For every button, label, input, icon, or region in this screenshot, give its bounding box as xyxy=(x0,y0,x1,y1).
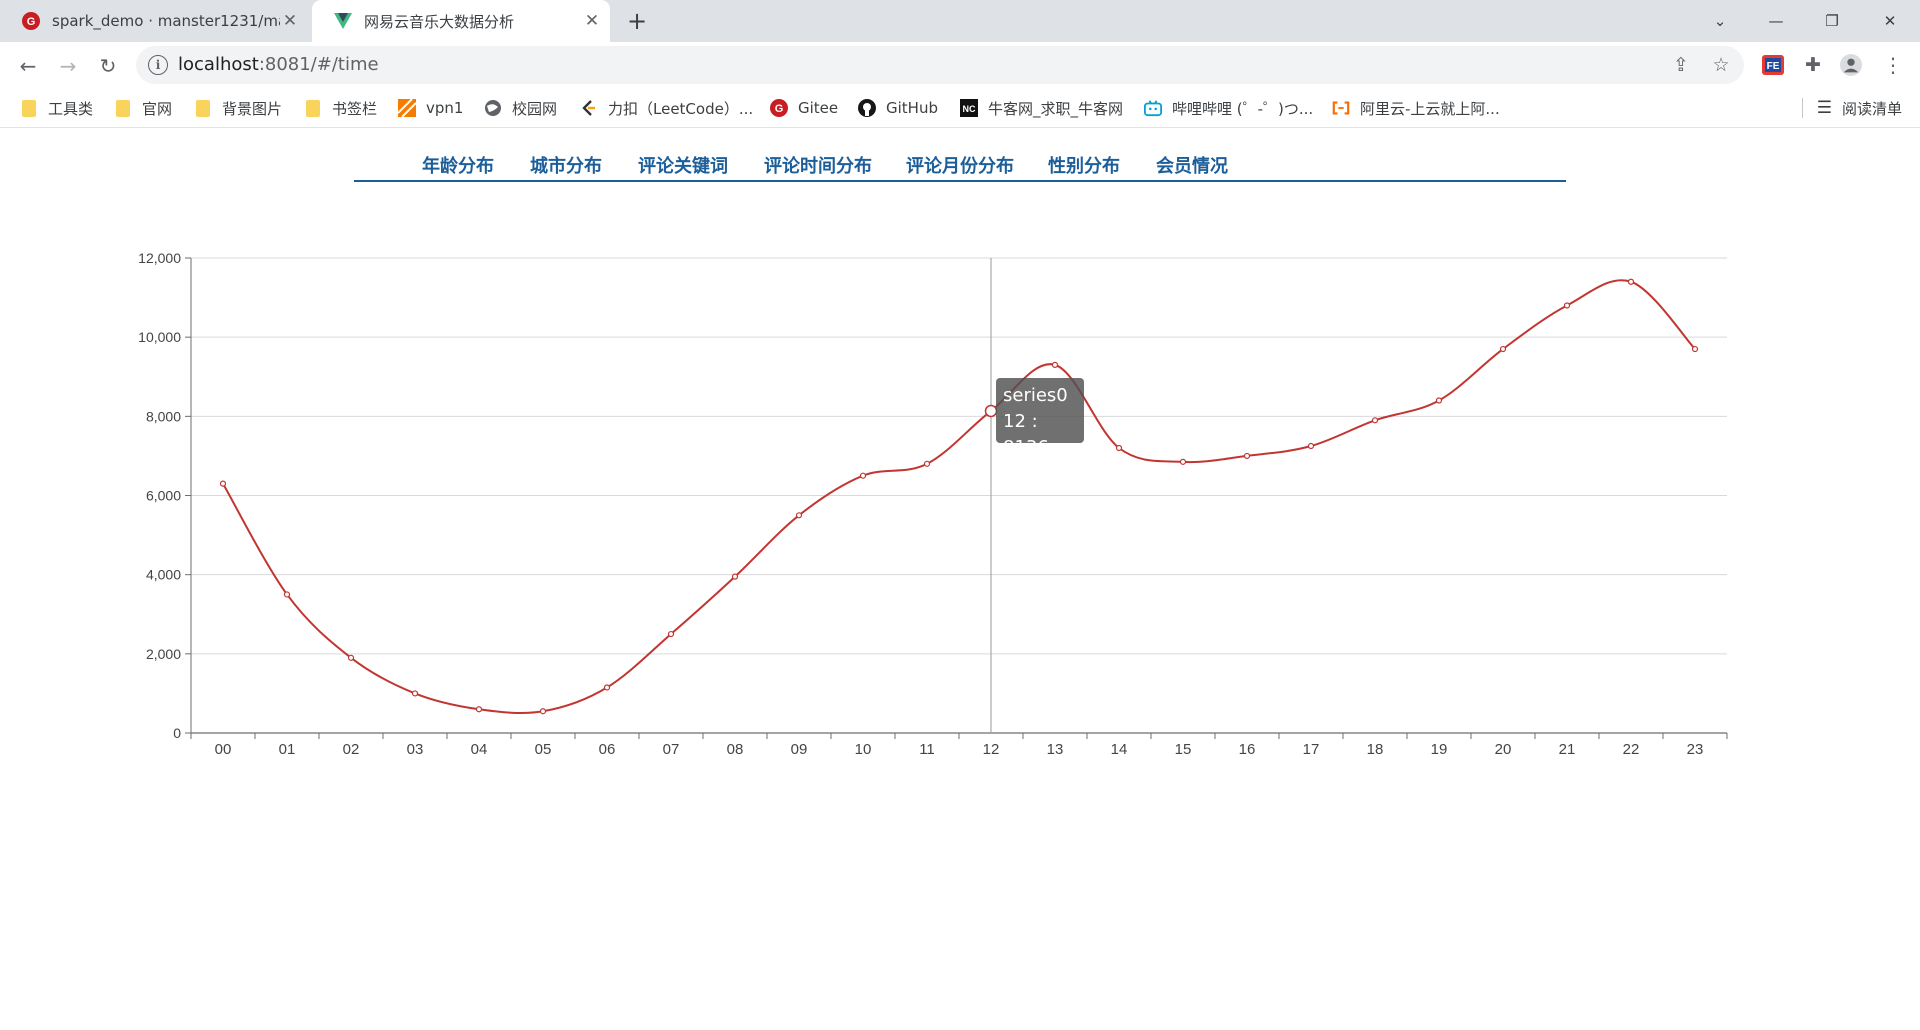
x-tick-label: 20 xyxy=(1495,741,1512,758)
x-tick-label: 03 xyxy=(407,741,424,758)
data-point xyxy=(795,512,803,519)
data-point xyxy=(539,708,547,715)
tooltip-series-name: series0 xyxy=(1003,385,1068,406)
x-tick-label: 12 xyxy=(983,741,1000,758)
x-tick-label: 10 xyxy=(855,741,872,758)
data-point xyxy=(1563,302,1571,309)
x-tick-label: 19 xyxy=(1431,741,1448,758)
y-tick-label: 10,000 xyxy=(138,329,181,345)
data-point xyxy=(1179,458,1187,465)
data-point xyxy=(1627,278,1635,285)
comment-time-line-chart: 0 2,000 4,000 6,000 8,000 10,000 12,000 00 01 02 0… xyxy=(138,250,1728,758)
y-tick-label: 12,000 xyxy=(138,250,181,266)
x-tick-label: 05 xyxy=(535,741,552,758)
x-tick-label: 08 xyxy=(727,741,744,758)
data-point xyxy=(667,630,675,638)
tooltip-value: 12 : 8136 xyxy=(1003,411,1049,458)
data-point xyxy=(984,404,998,418)
data-point xyxy=(1499,345,1507,353)
data-point xyxy=(923,460,931,467)
y-tick-label: 8,000 xyxy=(146,408,181,424)
data-point xyxy=(283,591,291,598)
series-line xyxy=(222,279,1696,714)
data-point xyxy=(1307,442,1315,450)
x-tick-label: 09 xyxy=(791,741,808,758)
data-point xyxy=(603,684,611,691)
x-tick-label: 17 xyxy=(1303,741,1320,758)
x-tick-label: 23 xyxy=(1687,741,1704,758)
y-tick-label: 4,000 xyxy=(146,567,181,583)
x-tick-label: 02 xyxy=(343,741,360,758)
data-point xyxy=(859,472,867,479)
data-point xyxy=(1115,444,1123,452)
x-tick-label: 14 xyxy=(1111,741,1128,758)
data-point xyxy=(1051,361,1059,368)
data-point xyxy=(1691,345,1699,353)
x-tick-label: 00 xyxy=(215,741,232,758)
y-tick-label: 2,000 xyxy=(146,646,181,662)
data-point xyxy=(1243,452,1251,460)
x-tick-label: 22 xyxy=(1623,741,1640,758)
x-tick-label: 13 xyxy=(1047,741,1064,758)
chart-tooltip: series0 12 : 8136 xyxy=(996,378,1084,458)
x-tick-label: 18 xyxy=(1367,741,1384,758)
x-tick-label: 07 xyxy=(663,741,680,758)
data-point xyxy=(1371,417,1379,424)
x-tick-label: 01 xyxy=(279,741,296,758)
data-point xyxy=(731,573,739,580)
x-tick-label: 21 xyxy=(1559,741,1576,758)
data-point xyxy=(475,706,483,713)
data-point xyxy=(411,690,419,697)
x-tick-label: 11 xyxy=(919,741,935,758)
x-tick-label: 04 xyxy=(471,741,488,758)
data-point xyxy=(347,654,355,661)
data-point xyxy=(219,480,227,487)
x-tick-label: 16 xyxy=(1239,741,1256,758)
y-tick-label: 6,000 xyxy=(146,488,181,504)
x-tick-label: 06 xyxy=(599,741,616,758)
y-tick-label: 0 xyxy=(173,725,181,741)
x-tick-label: 15 xyxy=(1175,741,1192,758)
data-point xyxy=(1435,397,1443,404)
